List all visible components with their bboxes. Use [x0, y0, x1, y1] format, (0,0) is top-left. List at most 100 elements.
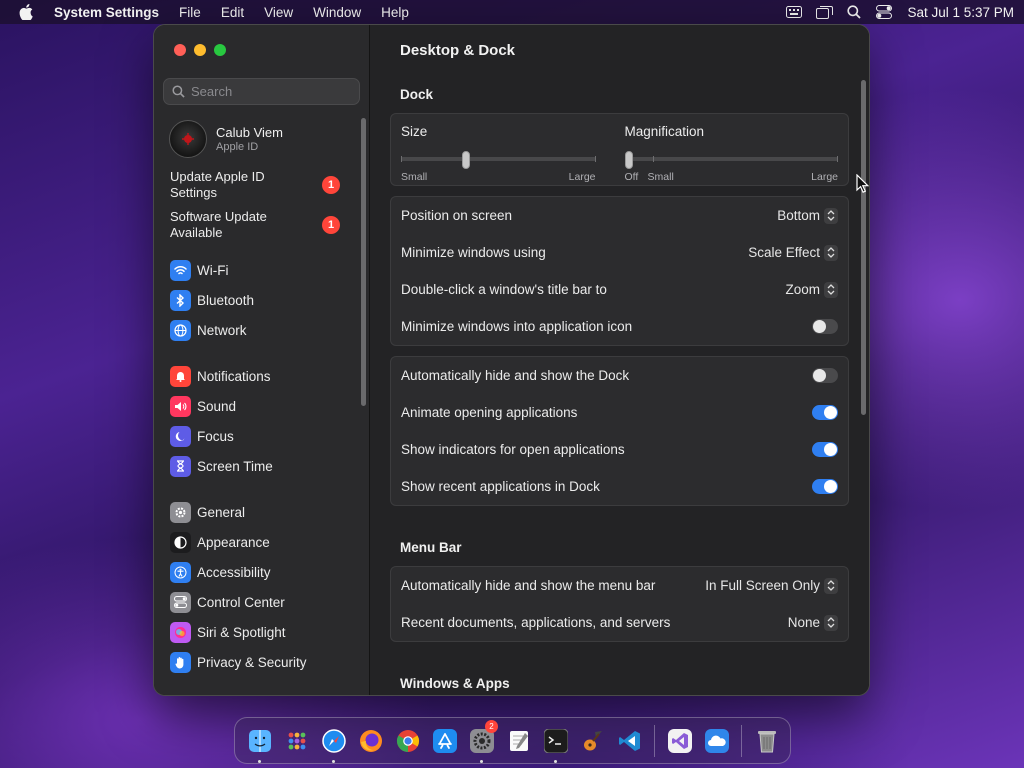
sidebar-nav: Wi-Fi Bluetooth Network Notifications Sound F… — [154, 255, 362, 677]
sidebar-scrollbar[interactable] — [361, 118, 366, 406]
select-value: Scale Effect — [748, 245, 820, 260]
dock-trash[interactable] — [748, 717, 785, 764]
row-label: Double-click a window's title bar to — [401, 282, 607, 297]
account-name: Calub Viem — [216, 125, 283, 140]
safari-icon — [319, 726, 349, 756]
sidebar-item-label: Wi-Fi — [197, 262, 229, 278]
sidebar-item-label: Notifications — [197, 368, 271, 384]
content-scrollbar[interactable] — [861, 80, 866, 415]
dock-finder[interactable] — [241, 717, 278, 764]
show-recent-applications-in-dock-row: Show recent applications in Dock — [391, 468, 848, 505]
minimize-using-select[interactable]: Scale Effect — [748, 244, 838, 261]
sidebar-item-privacy-security[interactable]: Privacy & Security — [154, 647, 362, 677]
row-label: Animate opening applications — [401, 405, 578, 420]
magnification-min-label: Small — [647, 171, 674, 183]
notice-update-apple-id[interactable]: Update Apple ID Settings 1 — [154, 169, 362, 205]
running-indicator — [332, 760, 335, 763]
dock-app-store[interactable] — [426, 717, 463, 764]
animate-opening-applications-toggle[interactable] — [812, 405, 838, 420]
garageband-icon — [578, 726, 608, 756]
sidebar-item-general[interactable]: General — [154, 497, 362, 527]
minimize-window-button[interactable] — [194, 44, 206, 56]
sidebar-item-siri-spotlight[interactable]: Siri & Spotlight — [154, 617, 362, 647]
sidebar-item-label: Bluetooth — [197, 292, 255, 308]
close-window-button[interactable] — [174, 44, 186, 56]
menu-clock[interactable]: Sat Jul 1 5:37 PM — [899, 5, 1014, 20]
magnification-slider[interactable]: Magnification Off Small Large — [624, 124, 838, 185]
dock-garageband[interactable] — [574, 717, 611, 764]
size-slider[interactable]: Size Small Large — [401, 124, 596, 185]
menu-help[interactable]: Help — [371, 0, 419, 24]
sidebar-item-network[interactable]: Network — [154, 315, 362, 345]
show-indicators-for-open-applications-toggle[interactable] — [812, 442, 838, 457]
menu-window[interactable]: Window — [303, 0, 371, 24]
sidebar-search[interactable] — [163, 78, 360, 105]
sidebar-item-appearance[interactable]: Appearance — [154, 527, 362, 557]
sidebar-item-notifications[interactable]: Notifications — [154, 361, 362, 391]
sidebar-item-wi-fi[interactable]: Wi-Fi — [154, 255, 362, 285]
search-icon — [172, 85, 185, 98]
zoom-window-button[interactable] — [214, 44, 226, 56]
dock-firefox[interactable] — [352, 717, 389, 764]
menu-app-name[interactable]: System Settings — [52, 0, 169, 24]
hourglass-icon — [170, 455, 191, 477]
size-slider-thumb[interactable] — [462, 151, 471, 169]
search-input[interactable] — [191, 84, 351, 99]
sidebar-item-sound[interactable]: Sound — [154, 391, 362, 421]
sidebar-item-accessibility[interactable]: Accessibility — [154, 557, 362, 587]
magnification-slider-thumb[interactable] — [624, 151, 633, 169]
sidebar-item-focus[interactable]: Focus — [154, 421, 362, 451]
dock-badge: 2 — [485, 720, 498, 733]
menu-view[interactable]: View — [254, 0, 303, 24]
screen-mirror-icon[interactable] — [809, 0, 839, 24]
spotlight-search-icon[interactable] — [839, 0, 869, 24]
sidebar-item-label: General — [197, 504, 246, 520]
double-click-title-bar-row: Double-click a window's title bar to Zoo… — [391, 271, 848, 308]
dock-visual-studio[interactable] — [661, 717, 698, 764]
window-controls — [174, 44, 226, 56]
recent-documents-select[interactable]: None — [788, 614, 838, 631]
icloud-icon — [702, 726, 732, 756]
dock-launchpad[interactable] — [278, 717, 315, 764]
dock-textedit[interactable] — [500, 717, 537, 764]
apple-menu-icon[interactable] — [0, 0, 52, 24]
control-center-icon[interactable] — [869, 0, 899, 24]
apple-id-account[interactable]: Calub Viem Apple ID — [154, 115, 362, 159]
position-on-screen-select[interactable]: Bottom — [777, 207, 838, 224]
select-value: In Full Screen Only — [705, 578, 820, 593]
dock-safari[interactable] — [315, 717, 352, 764]
sidebar-item-label: Control Center — [197, 594, 285, 610]
dock-vscode[interactable] — [611, 717, 648, 764]
sidebar-item-screen-time[interactable]: Screen Time — [154, 451, 362, 481]
double-click-title-bar-select[interactable]: Zoom — [785, 281, 838, 298]
dock-system-settings[interactable]: 2 — [463, 717, 500, 764]
dock-chrome[interactable] — [389, 717, 426, 764]
sidebar-item-control-center[interactable]: Control Center — [154, 587, 362, 617]
dock-toggles-group: Automatically hide and show the Dock Anim… — [390, 356, 849, 506]
notice-label: Update Apple ID Settings — [170, 169, 265, 200]
accessibility-icon — [170, 561, 191, 583]
sidebar-item-label: Sound — [197, 398, 237, 414]
sidebar: Calub Viem Apple ID Update Apple ID Sett… — [154, 25, 370, 695]
size-slider-track[interactable] — [401, 157, 596, 161]
dock-sliders-group: Size Small Large Magnification Off Small… — [390, 113, 849, 186]
automatically-hide-and-show-the-dock-toggle[interactable] — [812, 368, 838, 383]
speaker-icon — [170, 395, 191, 417]
menu-file[interactable]: File — [169, 0, 211, 24]
slider-tick — [837, 156, 838, 162]
sidebar-item-label: Appearance — [197, 534, 270, 550]
show-recent-applications-in-dock-toggle[interactable] — [812, 479, 838, 494]
dock-terminal[interactable] — [537, 717, 574, 764]
dock-icloud[interactable] — [698, 717, 735, 764]
keyboard-icon[interactable] — [779, 0, 809, 24]
menu-edit[interactable]: Edit — [211, 0, 254, 24]
sidebar-item-bluetooth[interactable]: Bluetooth — [154, 285, 362, 315]
appearance-icon — [170, 531, 191, 553]
minimize-into-icon-toggle[interactable] — [812, 319, 838, 334]
magnification-slider-track[interactable] — [624, 157, 838, 161]
auto-hide-menu-bar-select[interactable]: In Full Screen Only — [705, 577, 838, 594]
dock-behavior-group: Position on screen Bottom Minimize windo… — [390, 196, 849, 346]
notice-software-update[interactable]: Software Update Available 1 — [154, 209, 362, 245]
globe-icon — [170, 319, 191, 341]
sidebar-group: Wi-Fi Bluetooth Network — [154, 255, 362, 345]
